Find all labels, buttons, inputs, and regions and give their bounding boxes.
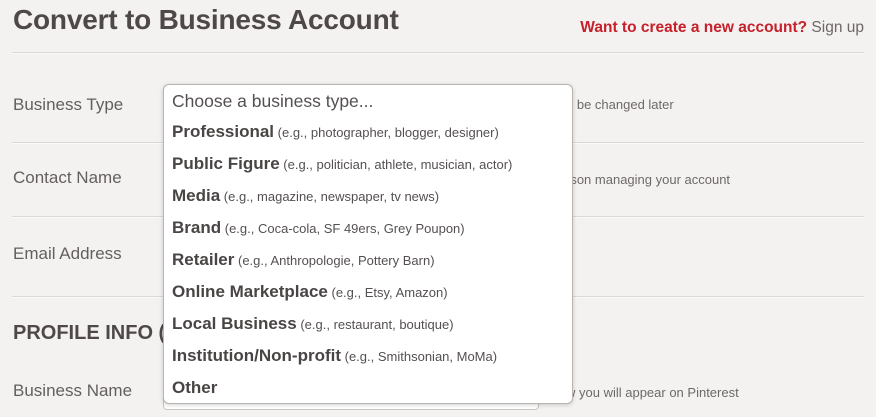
business-type-label: Business Type [13,95,124,114]
option-example: (e.g., restaurant, boutique) [296,317,454,332]
contact-name-hint: rson managing your account [566,172,731,187]
option-example: (e.g., Etsy, Amazon) [327,285,448,300]
option-example: (e.g., Smithsonian, MoMa) [341,349,498,364]
option-example: (e.g., photographer, blogger, designer) [274,125,499,140]
header-signup-area: Want to create a new account? Sign up [580,19,864,37]
business-type-placeholder[interactable]: Choose a business type... [172,91,373,112]
page-title: Convert to Business Account [13,4,399,35]
option-label: Online Marketplace [172,282,328,301]
email-address-label: Email Address [13,244,122,263]
option-label: Institution/Non-profit [172,346,342,365]
signup-link[interactable]: Sign up [811,19,864,36]
option-brand[interactable]: Brand (e.g., Coca-cola, SF 49ers, Grey P… [172,214,465,242]
option-other[interactable]: Other [172,374,217,402]
option-label: Media [172,186,221,205]
option-online-marketplace[interactable]: Online Marketplace (e.g., Etsy, Amazon) [172,278,448,306]
contact-name-label: Contact Name [13,168,122,187]
option-label: Other [172,378,218,397]
option-public-figure[interactable]: Public Figure (e.g., politician, athlete… [172,150,512,178]
option-label: Local Business [172,314,297,333]
option-professional[interactable]: Professional (e.g., photographer, blogge… [172,118,499,146]
option-label: Retailer [172,250,235,269]
header-divider [12,52,864,54]
business-type-dropdown[interactable]: Choose a business type... Professional (… [163,84,573,404]
business-name-hint: w you will appear on Pinterest [566,385,739,400]
option-example: (e.g., politician, athlete, musician, ac… [279,157,513,172]
option-label: Brand [172,218,222,237]
option-media[interactable]: Media (e.g., magazine, newspaper, tv new… [172,182,439,210]
business-name-label: Business Name [13,381,133,400]
option-retailer[interactable]: Retailer (e.g., Anthropologie, Pottery B… [172,246,435,274]
profile-info-heading: PROFILE INFO ( [13,322,166,344]
option-local-business[interactable]: Local Business (e.g., restaurant, boutiq… [172,310,454,338]
option-example: (e.g., Anthropologie, Pottery Barn) [234,253,435,268]
business-type-hint: n be changed later [566,97,674,112]
option-label: Public Figure [172,154,280,173]
option-example: (e.g., Coca-cola, SF 49ers, Grey Poupon) [221,221,465,236]
option-institution-non-profit[interactable]: Institution/Non-profit (e.g., Smithsonia… [172,342,497,370]
option-label: Professional [172,122,275,141]
new-account-prompt: Want to create a new account? [580,19,808,36]
option-example: (e.g., magazine, newspaper, tv news) [220,189,440,204]
